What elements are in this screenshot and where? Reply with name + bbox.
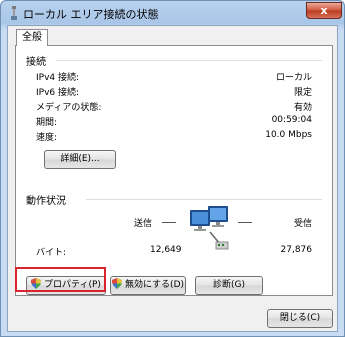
uac-shield-icon (111, 278, 122, 289)
tab-general[interactable]: 全般 (16, 29, 48, 46)
ipv6-value: 限定 (293, 88, 312, 98)
sent-line (162, 222, 176, 223)
connection-divider (56, 60, 322, 61)
activity-heading: 動作状況 (26, 192, 70, 207)
bytes-received-value: 27,876 (280, 245, 313, 255)
media-state-value: 有効 (293, 103, 312, 113)
close-button[interactable]: 閉じる(C) (267, 309, 333, 328)
media-state-label: メディアの状態: (36, 103, 102, 113)
received-line (238, 222, 252, 223)
received-label: 受信 (293, 219, 312, 229)
close-window-button[interactable]: x (306, 2, 342, 19)
sent-label: 送信 (134, 219, 153, 229)
duration-value: 00:59:04 (271, 115, 312, 125)
details-button[interactable]: 詳細(E)... (44, 150, 116, 169)
network-connection-icon (11, 6, 17, 20)
bytes-label: バイト: (36, 248, 67, 258)
network-activity-icon (190, 206, 229, 250)
general-panel: 接続 IPv4 接続: ローカル IPv6 接続: 限定 メディアの状態: 有効… (15, 45, 333, 296)
ipv4-label: IPv4 接続: (36, 73, 80, 83)
disable-button[interactable]: 無効にする(D) (110, 276, 186, 295)
connection-heading: 接続 (26, 53, 50, 68)
speed-value: 10.0 Mbps (265, 130, 312, 140)
disable-label: 無効にする(D) (124, 280, 185, 290)
ipv6-label: IPv6 接続: (36, 88, 80, 98)
speed-label: 速度: (36, 133, 58, 143)
ipv4-value: ローカル (275, 73, 312, 83)
window-title: ローカル エリア接続の状態 (23, 8, 159, 21)
status-dialog: ローカル エリア接続の状態 x 全般 接続 IPv4 接続: ローカル IPv6… (0, 0, 345, 337)
title-bar[interactable]: ローカル エリア接続の状態 x (1, 1, 344, 25)
activity-divider (86, 199, 322, 200)
bytes-sent-value: 12,649 (150, 245, 182, 255)
duration-label: 期間: (36, 118, 58, 128)
diagnose-button[interactable]: 診断(G) (195, 276, 263, 295)
properties-highlight-box (15, 267, 106, 292)
